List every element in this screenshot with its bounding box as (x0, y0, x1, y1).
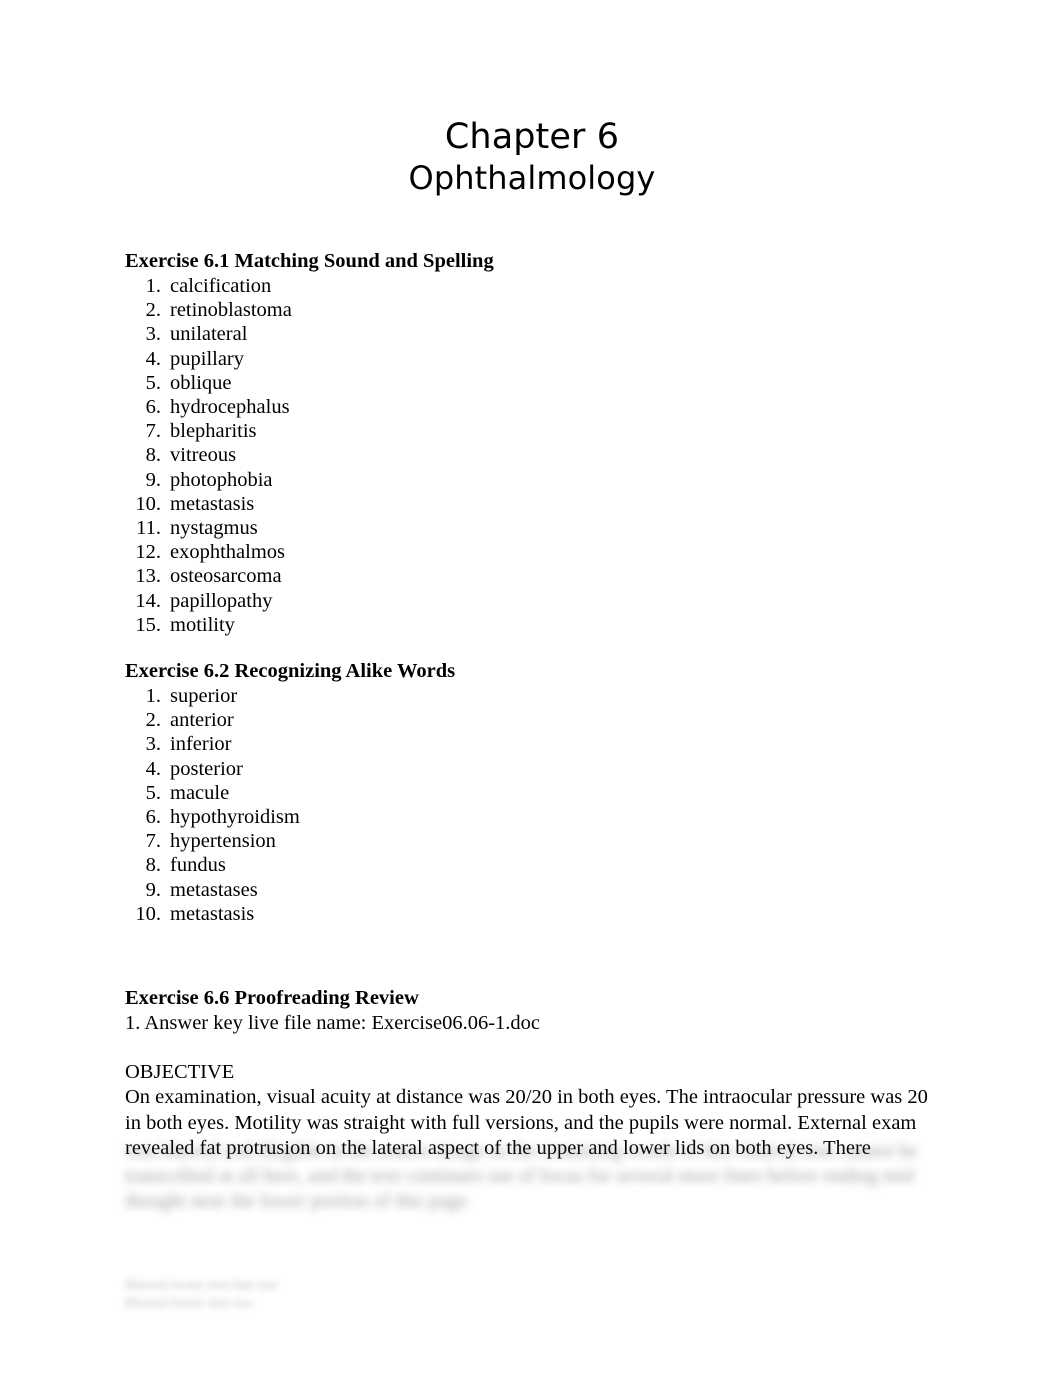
exercise-6-1-item-index: 6. (145, 396, 161, 419)
list-item: 5. macule (125, 781, 940, 805)
list-item: 11. nystagmus (125, 516, 940, 540)
exercise-6-1-item-index: 12. (135, 541, 161, 564)
exercise-6-1-item-label: photophobia (170, 468, 273, 491)
exercise-6-1-item-label: blepharitis (170, 420, 257, 443)
exercise-6-1-item-index: 11. (136, 517, 161, 540)
exercise-6-2-item-index: 2. (145, 709, 161, 732)
exercise-6-1-item-index: 3. (145, 323, 161, 346)
exercise-6-1-item-label: oblique (170, 371, 232, 394)
exercise-6-1-item-label: pupillary (170, 347, 245, 370)
heading-exercise-6-2: Exercise 6.2 Recognizing Alike Words (125, 660, 456, 683)
list-exercise-6-2: 1. superior 2. anterior 3. inferior 4. posterio… (125, 684, 940, 926)
exercise-6-2-item-index: 6. (145, 806, 161, 829)
list-item: 10. metastasis (125, 492, 940, 516)
heading-exercise-6-6: Exercise 6.6 Proofreading Review (125, 987, 419, 1010)
list-item: 4. pupillary (125, 347, 940, 371)
exercise-6-2-item-label: metastases (170, 878, 258, 901)
exercise-6-1-item-label: unilateral (170, 323, 248, 346)
exercise-6-1-item-label: vitreous (170, 444, 237, 467)
list-item: 2. retinoblastoma (125, 298, 940, 322)
exercise-6-2-item-index: 5. (145, 781, 161, 804)
exercise-6-1-item-label: osteosarcoma (170, 565, 282, 588)
exercise-6-1-item-index: 10. (135, 492, 161, 515)
list-item: 9. metastases (125, 878, 940, 902)
exercise-6-2-item-label: hypertension (170, 830, 276, 853)
exercise-6-2-item-label: anterior (170, 709, 234, 732)
exercise-6-2-item-label: metastasis (170, 902, 255, 925)
document-page: Chapter 6 Ophthalmology Exercise 6.1 Mat… (0, 0, 1062, 1377)
document-body: Exercise 6.1 Matching Sound and Spelling… (125, 249, 940, 1162)
exercise-6-1-item-index: 4. (145, 347, 161, 370)
exercise-6-2-item-label: fundus (170, 854, 226, 877)
list-item: 9. photophobia (125, 468, 940, 492)
exercise-6-1-item-index: 15. (135, 613, 161, 636)
list-item: 7. blepharitis (125, 419, 940, 443)
heading-exercise-6-1: Exercise 6.1 Matching Sound and Spelling (125, 250, 494, 272)
exercise-6-2-item-index: 8. (145, 854, 161, 877)
exercise-6-2-item-label: posterior (170, 757, 243, 780)
list-item: 13. osteosarcoma (125, 564, 940, 588)
exercise-6-2-item-label: macule (170, 781, 230, 804)
page-title: Chapter 6 (444, 117, 620, 157)
exercise-6-1-item-index: 8. (145, 444, 161, 467)
list-item: 2. anterior (125, 708, 940, 732)
list-item: 5. oblique (125, 371, 940, 395)
exercise-6-1-item-label: exophthalmos (170, 541, 286, 564)
list-item: 4. posterior (125, 757, 940, 781)
exercise-6-1-item-index: 5. (145, 371, 161, 394)
exercise-6-2-item-index: 4. (145, 757, 161, 780)
exercise-6-1-item-label: motility (170, 613, 235, 636)
list-item: 6. hypothyroidism (125, 805, 940, 829)
exercise-6-1-item-label: nystagmus (170, 517, 258, 540)
list-item: 3. inferior (125, 732, 940, 756)
exercise-6-1-item-index: 2. (145, 299, 161, 322)
list-item: 1. superior (125, 684, 940, 708)
exercise-6-1-item-label: hydrocephalus (170, 396, 290, 419)
exercise-6-1-item-index: 7. (145, 420, 161, 443)
exercise-6-1-item-index: 1. (145, 275, 161, 297)
list-item: 15. motility (125, 613, 940, 637)
exercise-6-1-item-index: 9. (145, 468, 161, 491)
exercise-6-1-item-label: calcification (170, 275, 272, 297)
objective-heading: OBJECTIVE (125, 1061, 235, 1084)
list-item: 6. hydrocephalus (125, 395, 940, 419)
exercise-6-2-item-index: 1. (145, 685, 161, 708)
exercise-6-2-item-label: inferior (170, 733, 232, 756)
list-item: 7. hypertension (125, 829, 940, 853)
exercise-6-1-item-label: retinoblastoma (170, 299, 292, 322)
exercise-6-2-item-index: 9. (145, 878, 161, 901)
list-item: 1. calcification (125, 274, 940, 298)
exercise-6-1-item-index: 13. (135, 565, 161, 588)
exercise-6-2-item-label: superior (170, 685, 238, 708)
list-item: 12. exophthalmos (125, 540, 940, 564)
document-title-block: Chapter 6 Ophthalmology (0, 116, 1062, 198)
page-subtitle: Ophthalmology (408, 159, 656, 197)
list-item: 3. unilateral (125, 322, 940, 346)
exercise-6-1-item-index: 14. (135, 589, 161, 612)
list-item: 14. papillopathy (125, 589, 940, 613)
exercise-6-1-item-label: metastasis (170, 492, 255, 515)
blurred-footer-block: Blurred footer text line one Blurred foo… (125, 1278, 278, 1311)
answer-key-file-line: 1. Answer key live file name: Exercise06… (125, 1012, 540, 1035)
list-item: 8. fundus (125, 853, 940, 877)
exercise-6-2-item-label: hypothyroidism (170, 806, 300, 829)
exercise-6-1-item-label: papillopathy (170, 589, 273, 612)
exercise-6-2-item-index: 7. (145, 830, 161, 853)
exercise-6-2-item-index: 3. (145, 733, 161, 756)
list-item: 10. metastasis (125, 902, 940, 926)
list-exercise-6-1: 1. calcification 2. retinoblastoma 3. unilate… (125, 274, 940, 637)
list-item: 8. vitreous (125, 443, 940, 467)
blurred-paragraph-continuation: was blurred and illegible in the source … (125, 1140, 923, 1212)
exercise-6-2-item-index: 10. (135, 902, 161, 925)
